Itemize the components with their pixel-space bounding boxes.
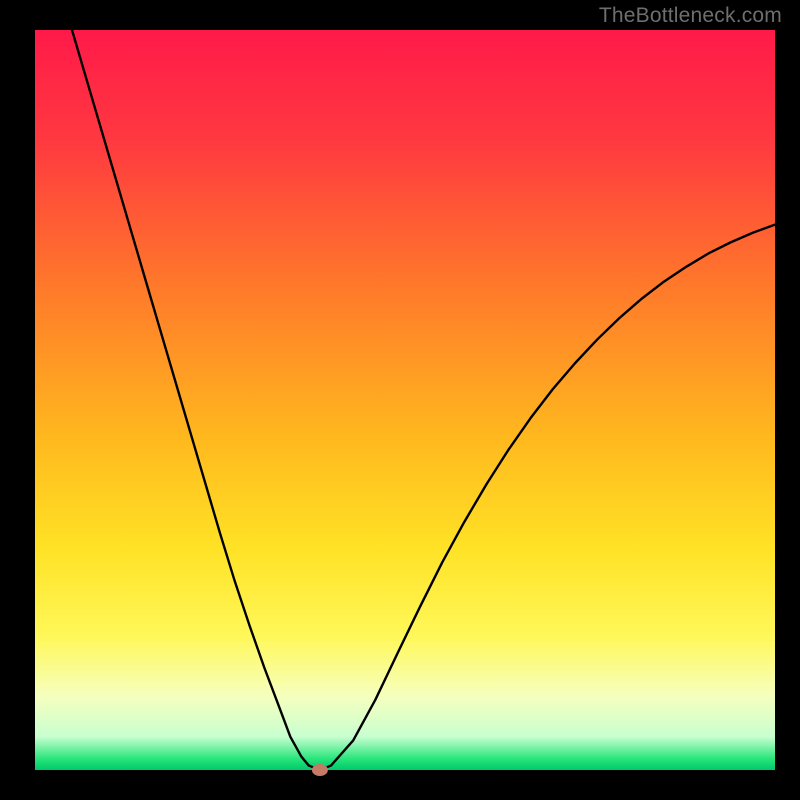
chart-canvas xyxy=(0,0,800,800)
gradient-background xyxy=(35,30,775,770)
optimal-point-marker xyxy=(312,764,328,776)
chart-frame: TheBottleneck.com xyxy=(0,0,800,800)
